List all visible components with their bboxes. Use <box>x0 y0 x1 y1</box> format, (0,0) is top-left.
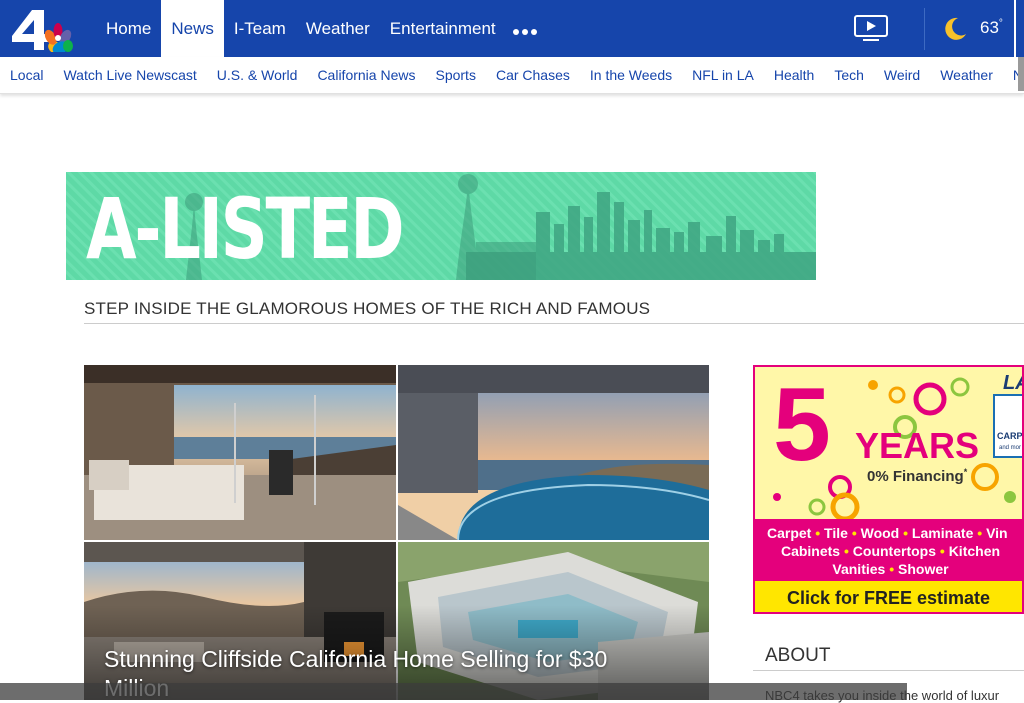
temperature[interactable]: 63° <box>980 18 1003 38</box>
nav-news[interactable]: News <box>161 0 224 57</box>
advertisement[interactable]: CARPE and mor LA 5 YEARS 0% Financing* C… <box>753 365 1024 614</box>
vertical-scrollbar[interactable] <box>1018 57 1024 91</box>
svg-text:CARPE: CARPE <box>997 431 1024 441</box>
nav-entertainment[interactable]: Entertainment <box>380 0 506 57</box>
subnav-sports[interactable]: Sports <box>425 57 485 93</box>
subnav-weird[interactable]: Weird <box>874 57 930 93</box>
more-dots-icon[interactable] <box>512 20 538 40</box>
nav-edge <box>1014 0 1016 57</box>
subnav-in-the-weeds[interactable]: In the Weeds <box>580 57 682 93</box>
about-heading: ABOUT <box>765 645 831 666</box>
horizontal-scrollbar[interactable] <box>0 683 907 700</box>
video-play-icon[interactable] <box>853 14 889 42</box>
nav-weather[interactable]: Weather <box>296 0 380 57</box>
ad-years: YEARS <box>855 425 980 466</box>
subnav-car-chases[interactable]: Car Chases <box>486 57 580 93</box>
nav-home[interactable]: Home <box>96 0 161 57</box>
section-divider <box>84 323 1024 324</box>
svg-text:and mor: and mor <box>999 445 1021 451</box>
main-nav: Home News I-Team Weather Entertainment <box>96 0 506 57</box>
subnav-watch-live[interactable]: Watch Live Newscast <box>53 57 206 93</box>
subnav-local[interactable]: Local <box>0 57 53 93</box>
ad-cta[interactable]: Click for FREE estimate <box>787 588 990 609</box>
top-navigation: Home News I-Team Weather Entertainment 6… <box>0 0 1024 57</box>
nav-i-team[interactable]: I-Team <box>224 0 296 57</box>
subnav-california-news[interactable]: California News <box>307 57 425 93</box>
nav-divider <box>924 8 925 50</box>
about-divider <box>753 670 1024 671</box>
ad-financing: 0% Financing* <box>867 467 968 485</box>
banner-title: A-LISTED <box>86 180 405 278</box>
bedroom-photo[interactable] <box>84 365 396 540</box>
subnav-nfl-in-la[interactable]: NFL in LA <box>682 57 764 93</box>
sub-navigation: Local Watch Live Newscast U.S. & World Cali… <box>0 57 1024 94</box>
a-listed-banner[interactable]: A-LISTED <box>66 172 816 280</box>
section-subtitle: STEP INSIDE THE GLAMOROUS HOMES OF THE R… <box>84 299 651 318</box>
ad-services: Carpet • Tile • Wood • Laminate • Vin Ca… <box>767 525 1008 577</box>
ad-number: 5 <box>773 367 831 483</box>
subnav-us-world[interactable]: U.S. & World <box>207 57 308 93</box>
subnav-health[interactable]: Health <box>764 57 824 93</box>
feature-gallery[interactable]: Stunning Cliffside California Home Selli… <box>84 365 709 700</box>
subnav-weather[interactable]: Weather <box>930 57 1003 93</box>
moon-icon <box>945 17 966 40</box>
subnav-tech[interactable]: Tech <box>824 57 874 93</box>
nbc4-logo[interactable] <box>8 6 80 52</box>
infinity-pool-photo[interactable] <box>398 365 709 540</box>
svg-text:LA: LA <box>1003 372 1024 394</box>
